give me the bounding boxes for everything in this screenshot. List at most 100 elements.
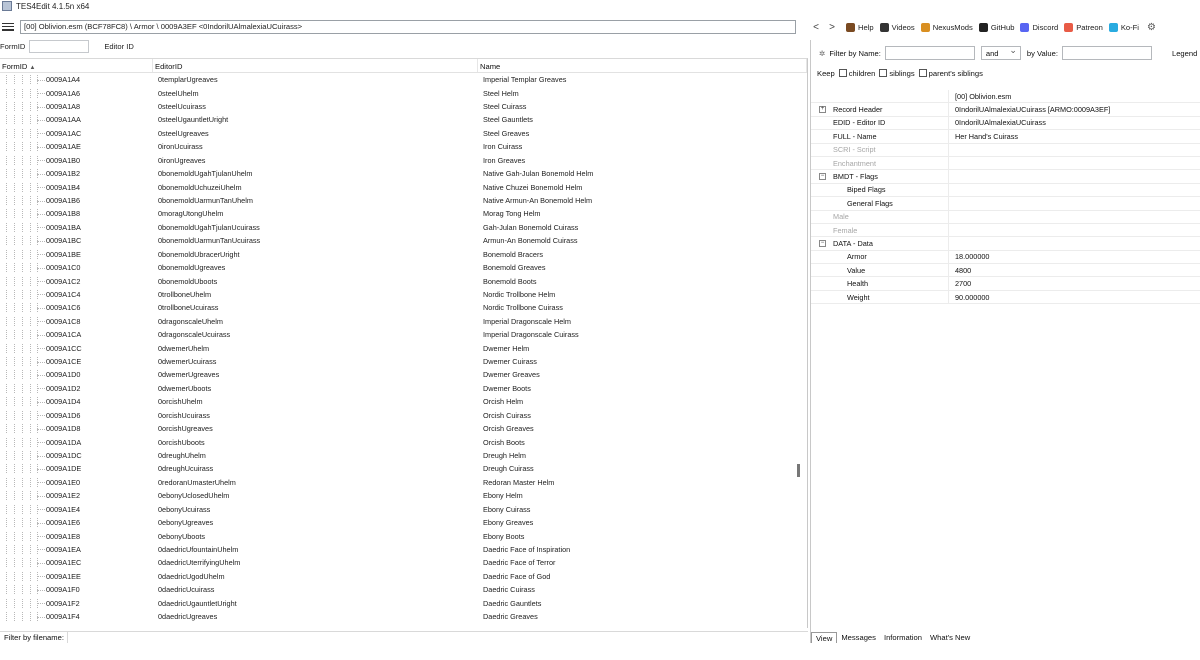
record-row[interactable]: 0009A1D4 0orcishUhelm Orcish Helm [0, 395, 807, 408]
record-row[interactable]: 0009A1BE 0bonemoldUbracerUright Bonemold B… [0, 247, 807, 260]
record-name: Daedric Face of Inspiration [483, 544, 571, 554]
tab-information[interactable]: Information [880, 632, 926, 643]
record-row[interactable]: 0009A1D2 0dwemerUboots Dwemer Boots [0, 382, 807, 395]
field-row[interactable]: − DATA - Data [811, 237, 1200, 251]
keep-children-label[interactable]: children [849, 69, 876, 78]
collapse-icon[interactable]: − [819, 239, 826, 247]
record-row[interactable]: 0009A1F4 0daedricUgreaves Daedric Greaves [0, 610, 807, 623]
keep-siblings-checkbox[interactable] [879, 69, 888, 77]
column-formid[interactable]: FormID ▲ [0, 59, 153, 72]
by-value-input[interactable] [1061, 46, 1152, 60]
record-row[interactable]: 0009A1D8 0orcishUgreaves Orcish Greaves [0, 422, 807, 435]
record-row[interactable]: 0009A1E4 0ebonyUcuirass Ebony Cuirass [0, 503, 807, 516]
record-row[interactable]: 0009A1B4 0bonemoldUchuzeiUhelm Native Chuz… [0, 180, 807, 193]
record-row[interactable]: 0009A1AE 0ironUcuirass Iron Cuirass [0, 140, 807, 153]
column-editorid[interactable]: EditorID [153, 59, 478, 72]
tab-messages[interactable]: Messages [837, 632, 880, 643]
formid-filter-input[interactable] [29, 39, 90, 53]
record-row[interactable]: 0009A1CE 0dwemerUcuirass Dwemer Cuirass [0, 355, 807, 368]
record-row[interactable]: 0009A1B0 0ironUgreaves Iron Greaves [0, 154, 807, 167]
back-button[interactable]: < [808, 22, 824, 33]
record-row[interactable]: 0009A1D6 0orcishUcuirass Orcish Cuirass [0, 409, 807, 422]
record-row[interactable]: 0009A1AA 0steelUgauntletUright Steel Gaunt… [0, 113, 807, 126]
forward-button[interactable]: > [824, 22, 840, 33]
record-row[interactable]: 0009A1C8 0dragonscaleUhelm Imperial Dragon… [0, 315, 807, 328]
record-row[interactable]: 0009A1F0 0daedricUcuirass Daedric Cuirass [0, 583, 807, 596]
tree-connector [0, 424, 46, 434]
nav-link-ko-fi[interactable]: Ko-Fi [1108, 23, 1139, 32]
tab-whats-new[interactable]: What's New [926, 632, 974, 643]
field-row[interactable]: Enchantment [811, 156, 1200, 171]
record-row[interactable]: 0009A1E6 0ebonyUgreaves Ebony Greaves [0, 516, 807, 529]
record-row[interactable]: 0009A1DC 0dreughUhelm Dreugh Helm [0, 449, 807, 462]
record-row[interactable]: 0009A1EA 0daedricUfountainUhelm Daedric Fa… [0, 543, 807, 556]
record-row[interactable]: 0009A1C0 0bonemoldUgreaves Bonemold Greave… [0, 261, 807, 274]
record-row[interactable]: 0009A1C2 0bonemoldUboots Bonemold Boots [0, 274, 807, 287]
keep-siblings-label[interactable]: siblings [889, 69, 914, 78]
field-row[interactable]: Biped Flags [811, 183, 1200, 198]
record-path-field[interactable]: [00] Oblivion.esm (BCF78FC8) \ Armor \ 0… [20, 19, 796, 34]
record-row[interactable]: 0009A1D0 0dwemerUgreaves Dwemer Greaves [0, 368, 807, 381]
record-row[interactable]: 0009A1EE 0daedricUgodUhelm Daedric Face of… [0, 570, 807, 583]
field-row[interactable]: − BMDT - Flags [811, 170, 1200, 184]
tab-view[interactable]: View [811, 632, 838, 643]
record-name: Orcish Boots [483, 437, 525, 447]
field-row[interactable]: Male [811, 210, 1200, 224]
field-row[interactable]: EDID - Editor ID 0IndorilUAlmalexiaUCuira… [811, 116, 1200, 131]
legend-button[interactable]: Legend [1172, 49, 1197, 58]
nav-link-nexusmods[interactable]: NexusMods [920, 23, 973, 32]
field-row[interactable]: Weight 90.000000 [811, 290, 1200, 305]
field-row[interactable]: FULL - Name Her Hand's Cuirass [811, 130, 1200, 144]
record-row[interactable]: 0009A1B6 0bonemoldUarmunTanUhelm Native Ar… [0, 194, 807, 207]
record-row[interactable]: 0009A1BA 0bonemoldUgahTjulanUcuirass Gah-J… [0, 221, 807, 234]
record-row[interactable]: 0009A1B8 0moragUtongUhelm Morag Tong Helm [0, 207, 807, 220]
gear-icon[interactable]: ⚙ [1147, 22, 1156, 33]
record-row[interactable]: 0009A1AC 0steelUgreaves Steel Greaves [0, 127, 807, 140]
tree-connector [0, 544, 46, 554]
record-formid: 0009A1D0 [0, 370, 153, 380]
record-row[interactable]: 0009A1CA 0dragonscaleUcuirass Imperial Dra… [0, 328, 807, 341]
record-row[interactable]: 0009A1E8 0ebonyUboots Ebony Boots [0, 529, 807, 542]
collapse-icon[interactable]: − [819, 173, 826, 181]
field-row[interactable]: Value 4800 [811, 264, 1200, 278]
record-row[interactable]: 0009A1A6 0steelUhelm Steel Helm [0, 86, 807, 99]
field-row[interactable]: General Flags [811, 197, 1200, 211]
record-row[interactable]: 0009A1C4 0trollboneUhelm Nordic Trollbone … [0, 288, 807, 301]
splitter-handle[interactable] [797, 464, 800, 477]
record-row[interactable]: 0009A1BC 0bonemoldUarmunTanUcuirass Armun-… [0, 234, 807, 247]
record-row[interactable]: 0009A1E2 0ebonyUclosedUhelm Ebony Helm [0, 489, 807, 502]
field-row[interactable]: Female [811, 223, 1200, 238]
filename-filter-input[interactable] [66, 632, 808, 643]
filter-by-name-input[interactable] [884, 46, 975, 60]
field-row[interactable]: SCRI - Script [811, 143, 1200, 157]
record-row[interactable]: 0009A1A8 0steelUcuirass Steel Cuirass [0, 100, 807, 113]
record-editorid: 0daedricUgauntletUright [158, 598, 237, 608]
column-name[interactable]: Name [478, 59, 807, 72]
nav-link-github[interactable]: GitHub [978, 23, 1014, 32]
record-editorid: 0bonemoldUgahTjulanUhelm [158, 169, 253, 179]
record-row[interactable]: 0009A1F2 0daedricUgauntletUright Daedric G… [0, 596, 807, 609]
keep-parents-siblings-checkbox[interactable] [918, 69, 927, 77]
keep-children-checkbox[interactable] [838, 69, 847, 77]
record-row[interactable]: 0009A1DE 0dreughUcuirass Dreugh Cuirass [0, 462, 807, 475]
record-row[interactable]: 0009A1E0 0redoranUmasterUhelm Redoran Mast… [0, 476, 807, 489]
nav-link-patreon[interactable]: Patreon [1064, 23, 1103, 32]
record-row[interactable]: 0009A1DA 0orcishUboots Orcish Boots [0, 435, 807, 448]
main-menu-icon[interactable] [2, 22, 14, 32]
field-row[interactable]: Armor 18.000000 [811, 250, 1200, 265]
record-row[interactable]: 0009A1A4 0templarUgreaves Imperial Templar… [0, 73, 807, 86]
nav-link-videos[interactable]: Videos [879, 23, 915, 32]
record-row[interactable]: 0009A1C6 0trollboneUcuirass Nordic Trollbo… [0, 301, 807, 314]
nav-link-discord[interactable]: Discord [1020, 23, 1058, 32]
field-row[interactable]: + Record Header 0IndorilUAlmalexiaUCuirass… [811, 103, 1200, 117]
nav-link-help[interactable]: Help [846, 23, 874, 32]
keep-parents-siblings-label[interactable]: parent's siblings [929, 69, 983, 78]
expand-icon[interactable]: + [819, 106, 826, 114]
record-row[interactable]: 0009A1B2 0bonemoldUgahTjulanUhelm Native G… [0, 167, 807, 180]
field-row[interactable]: Health 2700 [811, 277, 1200, 291]
record-name: Gah-Julan Bonemold Cuirass [483, 222, 579, 232]
record-row[interactable]: 0009A1EC 0daedricUterrifyingUhelm Daedric … [0, 556, 807, 569]
filter-operator-select[interactable]: and [980, 45, 1021, 60]
record-row[interactable]: 0009A1CC 0dwemerUhelm Dwemer Helm [0, 341, 807, 354]
record-formid: 0009A1C4 [0, 289, 153, 299]
